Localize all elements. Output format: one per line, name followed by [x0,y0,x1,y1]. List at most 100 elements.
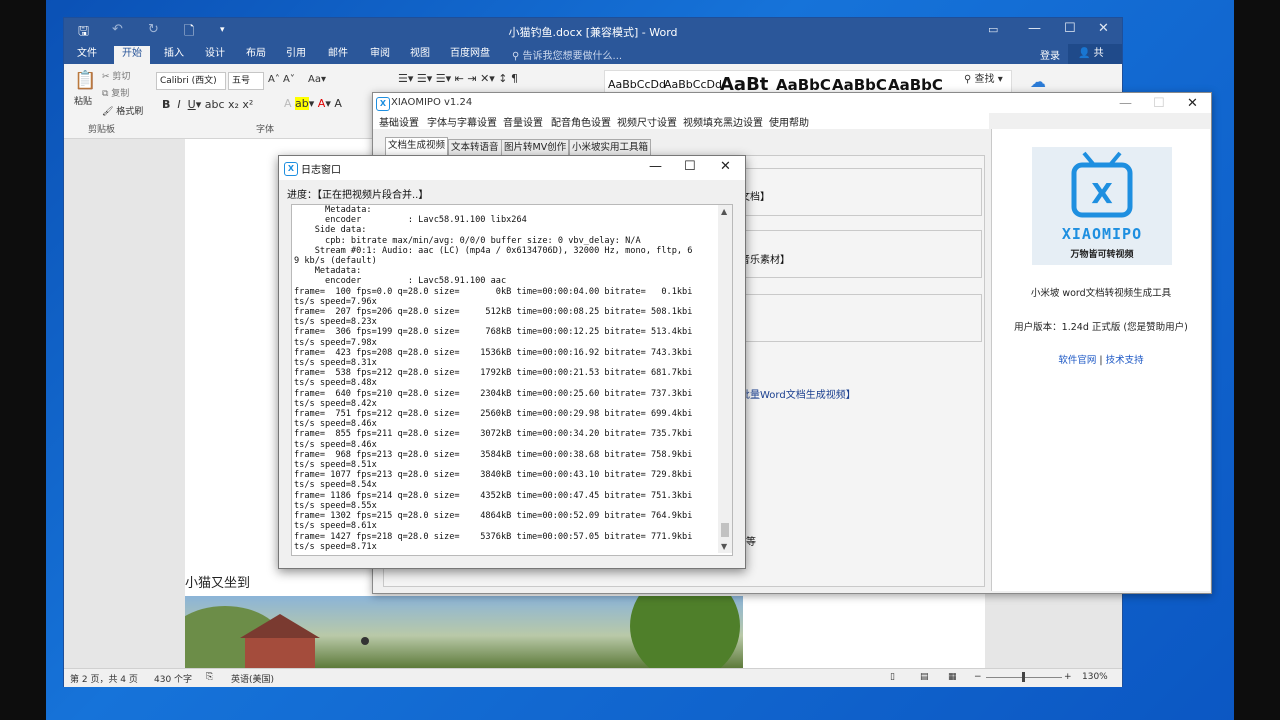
zoom-out-icon[interactable]: − [974,672,982,682]
close-icon[interactable]: ✕ [1098,21,1109,36]
copy-label: 复制 [111,89,130,99]
xiaomipo-title-bar: X XIAOMIPO v1.24 — ☐ ✕ [373,93,1211,113]
scroll-up-icon[interactable]: ▲ [721,207,727,216]
zoom-level[interactable]: 130% [1082,672,1108,682]
progress-status: 进度：【正在把视频片段合并..】 [287,190,429,201]
support-link[interactable]: 技术支持 [1106,355,1144,366]
tab-mailings[interactable]: 邮件 [320,46,356,64]
tab-insert[interactable]: 插入 [156,46,192,64]
web-layout-icon[interactable]: ▦ [948,672,957,682]
xiaomipo-maximize-icon[interactable]: ☐ [1153,96,1165,111]
log-window: X 日志窗口 — ☐ ✕ 进度：【正在把视频片段合并..】 Metadata: … [278,155,746,569]
version-info: 用户版本：1.24d 正式版 (您是赞助用户) [1014,322,1188,333]
list-icons[interactable]: ☰▾ ☰▾ ☰▾ ⇤ ⇥ ✕▾ ↕ ¶ [398,72,518,85]
change-case-icon[interactable]: Aa▾ [308,74,326,85]
menu-font-subtitle[interactable]: 字体与字幕设置 [427,114,497,129]
scroll-thumb[interactable] [721,523,729,537]
tell-me-text: 告诉我您想要做什么... [522,51,623,62]
copy-button[interactable]: ⧉ 复制 [102,86,129,99]
read-mode-icon[interactable]: ▯ [890,672,895,682]
menu-volume[interactable]: 音量设置 [503,114,543,129]
xiaomipo-info-pane: X XIAOMIPO 万物皆可转视频 小米坡 word文档转视频生成工具 用户版… [991,129,1210,591]
word-title: 小猫钓鱼.docx [兼容模式] - Word [508,26,678,39]
logo-slogan: 万物皆可转视频 [1070,250,1134,260]
menu-basic-settings[interactable]: 基础设置 [379,114,419,129]
zoom-in-icon[interactable]: + [1064,672,1072,682]
grow-font-icon[interactable]: A˄ A˅ [268,74,295,85]
website-link[interactable]: 软件官网 [1058,355,1096,366]
print-layout-icon[interactable]: ▤ [920,672,929,682]
word-count[interactable]: 430 个字 [154,672,192,685]
font-format-icons[interactable]: B I U▾ abc x₂ x² [162,98,253,111]
batch-generate-button[interactable]: 批量Word文档生成视频】 [740,386,856,401]
baidu-cloud-icon[interactable]: ☁ [1030,72,1046,91]
cut-button[interactable]: ✂ 剪切 [102,69,130,82]
xiaomipo-minimize-icon[interactable]: — [1119,96,1132,111]
log-maximize-icon[interactable]: ☐ [684,159,696,174]
tab-layout[interactable]: 布局 [238,46,274,64]
tell-me-search[interactable]: ⚲ 告诉我您想要做什么... [512,47,622,62]
font-color-icons[interactable]: A ab▾ A▾ A [284,97,342,110]
tab-home[interactable]: 开始 [114,46,150,64]
menu-video-size[interactable]: 视频尺寸设置 [617,114,677,129]
paste-label[interactable]: 粘贴 [74,94,92,107]
paste-icon[interactable]: 📋 [74,70,96,91]
page-count[interactable]: 第 2 页，共 4 页 [70,672,138,685]
menu-voice-role[interactable]: 配音角色设置 [551,114,611,129]
share-button[interactable]: 👤 共享 [1068,44,1122,79]
font-group-label: 字体 [256,125,275,135]
maximize-icon[interactable]: ☐ [1064,21,1076,36]
word-title-bar: 🖫 ↶ ↻ 🗋 ▾ 小猫钓鱼.docx [兼容模式] - Word ▭ — ☐ … [64,18,1122,44]
xiaomipo-app-icon: X [376,96,390,111]
minimize-icon[interactable]: — [1028,21,1041,36]
links-row: 软件官网 | 技术支持 [992,352,1210,366]
tab-doc-to-video[interactable]: 文档生成视频 [385,137,449,156]
log-close-icon[interactable]: ✕ [720,159,731,174]
cartoon-scene-image [185,596,740,668]
ribbon-display-icon[interactable]: ▭ [988,23,998,36]
document-image[interactable] [185,596,743,668]
log-minimize-icon[interactable]: — [649,159,662,174]
font-name-select[interactable]: Calibri (西文) [156,72,226,90]
tab-text-to-speech[interactable]: 文本转语音 [448,139,502,156]
log-output-box[interactable]: Metadata: encoder : Lavc58.91.100 libx26… [291,204,733,556]
tab-image-to-mv[interactable]: 图片转MV创作 [501,139,570,156]
tab-toolbox[interactable]: 小米坡实用工具箱 [569,139,652,156]
screen-border-right [1234,0,1280,720]
login-link[interactable]: 登录 [1040,47,1060,62]
zoom-slider-thumb[interactable] [1022,672,1025,682]
menu-black-border[interactable]: 视频填充黑边设置 [683,114,763,129]
language[interactable]: 英语(美国) [231,672,274,685]
tab-view[interactable]: 视图 [402,46,438,64]
screen-border-left [0,0,46,720]
menu-help[interactable]: 使用帮助 [769,114,809,129]
scroll-down-icon[interactable]: ▼ [721,542,727,551]
proofing-icon[interactable]: ⎘ [206,672,213,682]
xiaomipo-menu-bar: 基础设置 字体与字幕设置 音量设置 配音角色设置 视频尺寸设置 视频填充黑边设置… [373,113,989,129]
tab-file[interactable]: 文件 [69,46,105,64]
find-button[interactable]: ⚲ 查找 ▾ [964,70,1003,85]
status-bar: 第 2 页，共 4 页 430 个字 ⎘ 英语(美国) ▯ ▤ ▦ − + 13… [64,668,1122,687]
product-name: 小米坡 word文档转视频生成工具 [1030,288,1172,299]
tab-design[interactable]: 设计 [197,46,233,64]
xiaomipo-logo: X XIAOMIPO 万物皆可转视频 [1032,147,1172,265]
link-separator: | [1099,355,1103,366]
log-app-icon: X [284,161,298,176]
clipboard-group-label: 剪贴板 [88,125,116,135]
misc-fragment-text: 等 [746,537,756,548]
tab-review[interactable]: 审阅 [362,46,398,64]
tab-references[interactable]: 引用 [278,46,314,64]
log-output-text[interactable]: Metadata: encoder : Lavc58.91.100 libx26… [294,205,714,551]
log-title-bar: X 日志窗口 — ☐ ✕ [279,156,745,180]
font-size-select[interactable]: 五号 [228,72,264,90]
tab-baidu-netdisk[interactable]: 百度网盘 [442,46,498,64]
format-painter-button[interactable]: 🖌 格式刷 [102,104,143,117]
format-painter-label: 格式刷 [116,107,144,117]
log-scrollbar[interactable]: ▲ ▼ [718,205,732,553]
xiaomipo-title: XIAOMIPO v1.24 [391,97,473,108]
cut-label: 剪切 [112,72,131,82]
xiaomipo-close-icon[interactable]: ✕ [1187,96,1198,111]
ribbon-tabs: 文件 开始 插入 设计 布局 引用 邮件 审阅 视图 百度网盘 ⚲ 告诉我您想要… [64,44,1122,79]
svg-text:X: X [1091,177,1113,210]
document-text[interactable]: 小猫又坐到 [185,572,250,591]
